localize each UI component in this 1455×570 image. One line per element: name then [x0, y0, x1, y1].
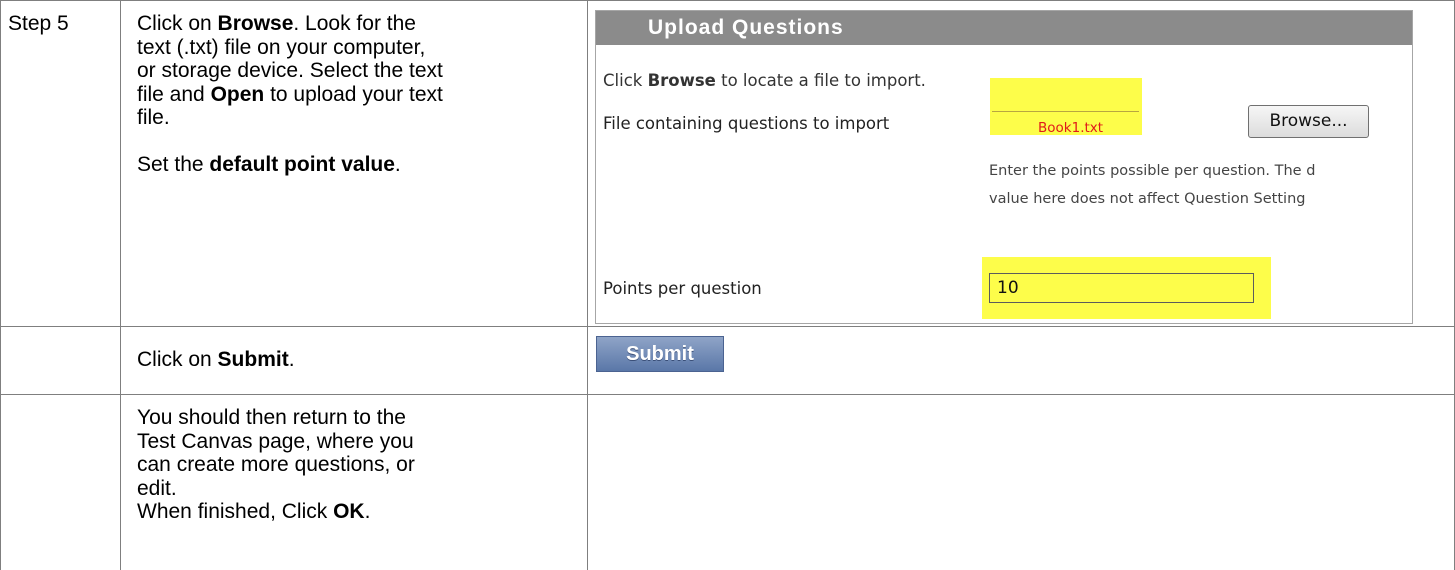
panel-title: Upload Questions	[648, 16, 844, 39]
table-row-divider-1	[0, 326, 1455, 327]
table-border-top	[0, 0, 1455, 1]
instruction-line	[137, 130, 443, 154]
instruction-text: .	[364, 500, 371, 523]
row-2-instructions: Click on Submit.	[137, 348, 295, 372]
instruction-bold-term: Browse	[217, 12, 294, 35]
upload-questions-panel: Upload Questions Click Browse to locate …	[595, 10, 1413, 324]
points-hint-line-1: Enter the points possible per question. …	[989, 163, 1316, 179]
instruction-text: Click on	[137, 12, 218, 35]
table-divider-col1	[120, 0, 121, 570]
points-field-label: Points per question	[603, 279, 762, 298]
instruction-line: When finished, Click OK.	[137, 500, 415, 524]
submit-button[interactable]: Submit	[596, 336, 724, 372]
instruction-line: Set the default point value.	[137, 153, 443, 177]
upload-instruction-text-end: to locate a file to import.	[715, 71, 926, 90]
instruction-text: or storage device. Select the text	[137, 59, 443, 82]
instruction-text: Click on	[137, 348, 218, 371]
instruction-text: .	[394, 153, 401, 176]
instruction-bold-term: default point value	[209, 153, 395, 176]
instruction-text: file.	[137, 106, 170, 129]
instruction-line: Click on Browse. Look for the	[137, 12, 443, 36]
instruction-text: . Look for the	[293, 12, 416, 35]
instruction-line: file and Open to upload your text	[137, 83, 443, 107]
table-border-left	[0, 0, 1, 570]
table-divider-col2	[587, 0, 588, 570]
instruction-line: Test Canvas page, where you	[137, 430, 415, 454]
row-1-instructions: Click on Browse. Look for the text (.txt)…	[137, 12, 443, 177]
step-label: Step 5	[8, 12, 69, 35]
points-hint-line-2: value here does not affect Question Sett…	[989, 191, 1306, 207]
instruction-line: edit.	[137, 477, 415, 501]
instruction-text: text (.txt) file on your computer,	[137, 35, 426, 59]
instruction-line: Click on Submit.	[137, 348, 295, 372]
file-input-underline	[992, 111, 1139, 112]
instruction-text: Set the	[137, 153, 210, 176]
upload-instruction-text: Click	[603, 71, 648, 90]
points-per-question-input[interactable]: 10	[989, 273, 1254, 303]
file-field-label: File containing questions to import	[603, 114, 890, 133]
browse-button[interactable]: Browse...	[1248, 105, 1369, 138]
instruction-line: You should then return to the	[137, 406, 415, 430]
instruction-line: can create more questions, or	[137, 453, 415, 477]
instruction-text: When finished, Click	[137, 500, 334, 523]
instruction-bold-term: OK	[333, 500, 365, 523]
file-input[interactable]: Book1.txt	[1038, 120, 1103, 136]
instruction-line: or storage device. Select the text	[137, 59, 443, 83]
instruction-table: Step 5 Click on Browse. Look for the text…	[0, 0, 1455, 570]
instruction-text: file and	[137, 82, 211, 106]
instruction-bold-term: Submit	[217, 348, 289, 371]
instruction-text: can create more questions, or	[137, 453, 415, 476]
instruction-text: Test Canvas page, where you	[137, 429, 414, 453]
instruction-line: file.	[137, 106, 443, 130]
instruction-bold-term: Open	[210, 82, 265, 106]
table-row-divider-2	[0, 394, 1455, 395]
panel-header: Upload Questions	[596, 11, 1412, 45]
instruction-text: edit.	[137, 476, 177, 500]
instruction-text: to upload your text	[264, 82, 443, 106]
upload-instruction: Click Browse to locate a file to import.	[603, 71, 926, 90]
instruction-text: .	[288, 348, 295, 371]
instruction-line: text (.txt) file on your computer,	[137, 36, 443, 60]
instruction-text: You should then return to the	[137, 406, 406, 429]
row-3-instructions: You should then return to the Test Canvas…	[137, 406, 415, 524]
upload-instruction-browse: Browse	[647, 71, 716, 90]
